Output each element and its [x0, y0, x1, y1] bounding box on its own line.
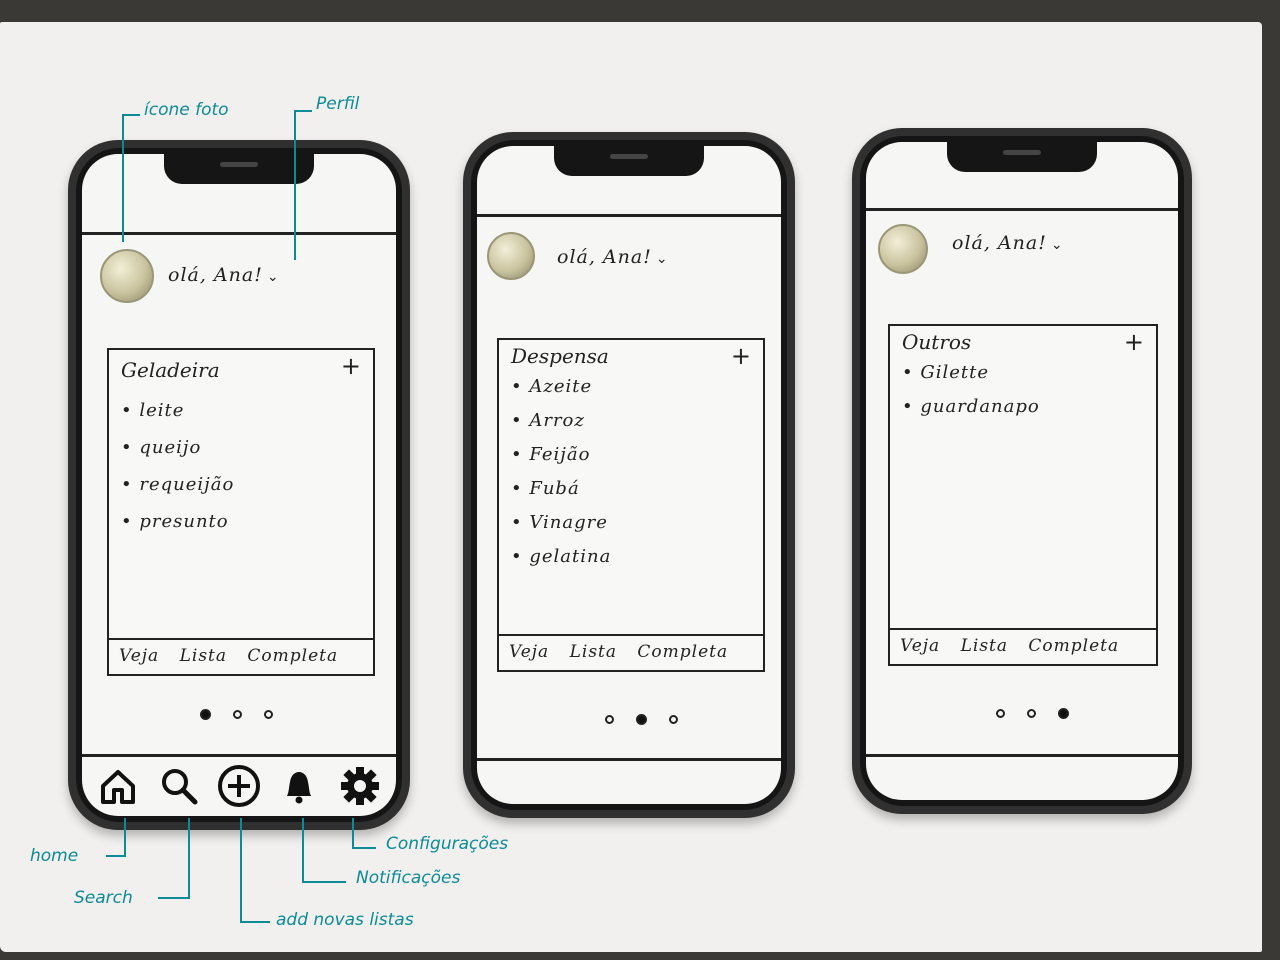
see-full-list-button[interactable]: Veja Lista Completa — [499, 634, 763, 670]
see-full-list-button[interactable]: Veja Lista Completa — [109, 638, 373, 674]
phone-screen: olá, Ana!⌄ Despensa + Azeite Arroz Feijã… — [477, 146, 781, 804]
list-item: leite — [121, 400, 234, 437]
list-item: guardanapo — [902, 396, 1040, 430]
page-indicator — [605, 714, 678, 725]
page-indicator — [996, 708, 1069, 719]
page-dot[interactable] — [996, 709, 1005, 718]
chevron-down-icon: ⌄ — [655, 251, 669, 267]
annotation-add-lists: add novas listas — [276, 910, 414, 930]
page-dot-active[interactable] — [1058, 708, 1069, 719]
add-item-icon[interactable]: + — [1124, 328, 1144, 356]
gear-icon[interactable] — [338, 764, 382, 808]
home-icon[interactable] — [96, 764, 140, 808]
chevron-down-icon: ⌄ — [266, 269, 280, 285]
page-dot[interactable] — [605, 715, 614, 724]
list-item: Feijão — [511, 444, 611, 478]
page-indicator — [200, 709, 273, 720]
annotation-settings: Configurações — [386, 834, 509, 854]
list-card: Geladeira + leite queijo requeijão presu… — [107, 348, 375, 676]
list-item: gelatina — [511, 546, 611, 580]
phone-mockup-geladeira: olá, Ana!⌄ Geladeira + leite queijo requ… — [68, 140, 410, 830]
list-item: queijo — [121, 437, 234, 474]
add-item-icon[interactable]: + — [731, 342, 751, 370]
card-title: Geladeira — [121, 358, 220, 382]
annotation-notifications: Notificações — [356, 868, 461, 888]
list-item: Gilette — [902, 362, 1040, 396]
phone-mockup-outros: olá, Ana!⌄ Outros + Gilette guardanapo V… — [852, 128, 1192, 814]
list-item: requeijão — [121, 474, 234, 511]
page-dot[interactable] — [233, 710, 242, 719]
see-full-list-button[interactable]: Veja Lista Completa — [890, 628, 1156, 664]
annotation-home: home — [30, 846, 79, 866]
profile-photo-icon[interactable] — [100, 249, 154, 303]
page-dot-active[interactable] — [200, 709, 211, 720]
list-item: Vinagre — [511, 512, 611, 546]
list-item: Azeite — [511, 376, 611, 410]
profile-greeting[interactable]: olá, Ana! ⌄ — [557, 246, 669, 268]
search-icon[interactable] — [157, 764, 201, 808]
list-item: Arroz — [511, 410, 611, 444]
list-item: presunto — [121, 511, 234, 548]
list-item: Fubá — [511, 478, 611, 512]
annotation-profile: Perfil — [316, 94, 360, 114]
page-dot[interactable] — [264, 710, 273, 719]
bell-icon[interactable] — [277, 764, 321, 808]
profile-photo-icon[interactable] — [878, 224, 928, 274]
annotation-photo-icon: ícone foto — [144, 100, 229, 120]
page-dot[interactable] — [1027, 709, 1036, 718]
profile-greeting[interactable]: olá, Ana! ⌄ — [168, 264, 280, 286]
card-title: Outros — [902, 330, 972, 354]
list-card: Despensa + Azeite Arroz Feijão Fubá Vina… — [497, 338, 765, 672]
page-dot[interactable] — [669, 715, 678, 724]
phone-screen: olá, Ana!⌄ Outros + Gilette guardanapo V… — [866, 142, 1178, 800]
annotation-search: Search — [74, 888, 133, 908]
page-dot-active[interactable] — [636, 714, 647, 725]
list-card: Outros + Gilette guardanapo Veja Lista C… — [888, 324, 1158, 666]
add-circle-icon[interactable] — [217, 764, 261, 808]
phone-mockup-despensa: olá, Ana!⌄ Despensa + Azeite Arroz Feijã… — [463, 132, 795, 818]
chevron-down-icon: ⌄ — [1050, 237, 1064, 253]
card-title: Despensa — [511, 344, 609, 368]
tab-bar — [82, 756, 396, 816]
profile-photo-icon[interactable] — [487, 232, 535, 280]
add-item-icon[interactable]: + — [341, 352, 361, 380]
profile-greeting[interactable]: olá, Ana! ⌄ — [952, 232, 1064, 254]
phone-screen: olá, Ana!⌄ Geladeira + leite queijo requ… — [82, 154, 396, 816]
